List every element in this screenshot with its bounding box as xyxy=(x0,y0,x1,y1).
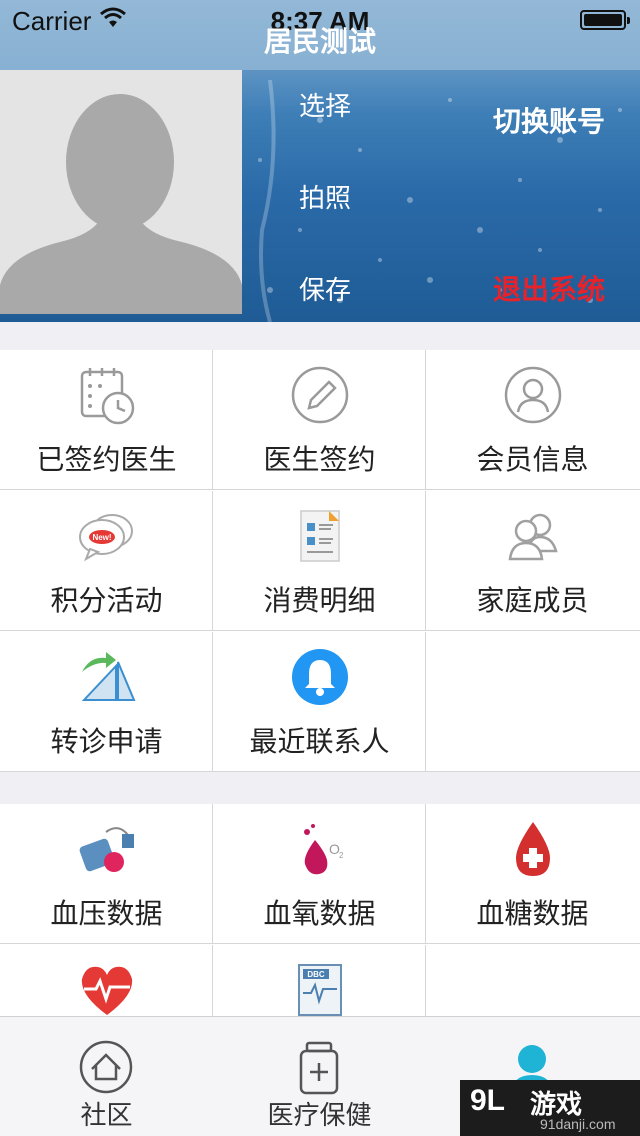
service-member-info[interactable]: 会员信息 xyxy=(426,350,640,490)
health-label: 血氧数据 xyxy=(263,897,376,930)
logout-button[interactable]: 退出系统 xyxy=(484,268,614,308)
service-consumption-detail[interactable]: 消费明细 xyxy=(213,491,426,631)
watermark-logo: 9L xyxy=(470,1084,506,1117)
tab-medical-care[interactable]: 医疗保健 xyxy=(213,1017,426,1136)
health-blood-pressure[interactable]: 血压数据 xyxy=(0,804,213,944)
service-referral-request[interactable]: 转诊申请 xyxy=(0,632,213,772)
family-icon xyxy=(508,513,558,561)
heart-rate-icon xyxy=(81,966,133,1015)
service-label: 消费明细 xyxy=(263,584,376,617)
referral-arrow-icon xyxy=(81,652,136,701)
service-label: 已签约医生 xyxy=(36,443,177,476)
avatar[interactable] xyxy=(0,70,242,314)
service-doctor-signing[interactable]: 医生签约 xyxy=(213,350,426,490)
tab-label: 医疗保健 xyxy=(267,1101,372,1131)
service-label: 积分活动 xyxy=(50,584,163,617)
medicine-jar-icon xyxy=(299,1041,339,1095)
blood-pressure-icon xyxy=(79,827,134,872)
tab-community[interactable]: 社区 xyxy=(0,1017,213,1136)
member-icon xyxy=(504,366,562,424)
health-heart-rate[interactable] xyxy=(0,945,213,1016)
empty-cell xyxy=(426,632,640,772)
blood-sugar-icon xyxy=(516,822,550,876)
calendar-clock-icon xyxy=(80,368,135,425)
services-grid: 已签约医生 医生签约 会员信息 New! 积分活动 消费明细 家庭成员 转诊申请… xyxy=(0,350,640,772)
svg-text:DBC: DBC xyxy=(307,970,325,979)
watermark-url: 91danji.com xyxy=(540,1116,616,1132)
ecg-report-icon: DBC xyxy=(298,964,342,1016)
page-title: 居民测试 xyxy=(263,25,376,58)
service-label: 家庭成员 xyxy=(476,584,589,617)
svg-text:2: 2 xyxy=(339,851,344,860)
health-blood-sugar[interactable]: 血糖数据 xyxy=(426,804,640,944)
health-label: 血糖数据 xyxy=(476,897,589,930)
switch-account-button[interactable]: 切换账号 xyxy=(484,100,614,140)
service-label: 最近联系人 xyxy=(249,725,390,758)
select-photo-button[interactable]: 选择 xyxy=(270,86,380,123)
service-recent-contacts[interactable]: 最近联系人 xyxy=(213,632,426,772)
empty-cell xyxy=(426,945,640,1016)
document-list-icon xyxy=(300,510,340,562)
take-photo-button[interactable]: 拍照 xyxy=(270,178,380,215)
profile-header: Carrier 8:37 AM 居民测试 选择 拍照 保存 切换账号 退出系统 xyxy=(0,0,640,322)
new-chat-icon: New! xyxy=(79,514,133,562)
service-label: 转诊申请 xyxy=(50,725,163,758)
service-points-activity[interactable]: New! 积分活动 xyxy=(0,491,213,631)
service-family-members[interactable]: 家庭成员 xyxy=(426,491,640,631)
health-data-grid: 血压数据 O 2 血氧数据 血糖数据 DBC xyxy=(0,804,640,1016)
bell-icon xyxy=(292,649,348,705)
person-silhouette-icon xyxy=(0,70,242,314)
service-label: 医生签约 xyxy=(263,443,376,476)
save-photo-button[interactable]: 保存 xyxy=(270,270,380,307)
tab-label: 社区 xyxy=(80,1101,133,1131)
pencil-icon xyxy=(291,366,349,424)
home-icon xyxy=(79,1040,133,1094)
health-blood-oxygen[interactable]: O 2 血氧数据 xyxy=(213,804,426,944)
site-watermark: 9L 游戏 91danji.com xyxy=(460,1080,640,1136)
health-label: 血压数据 xyxy=(50,897,163,930)
blood-oxygen-icon: O 2 xyxy=(304,824,344,875)
service-label: 会员信息 xyxy=(476,443,589,476)
svg-text:New!: New! xyxy=(92,533,111,542)
service-signed-doctors[interactable]: 已签约医生 xyxy=(0,350,213,490)
health-ecg-report[interactable]: DBC xyxy=(213,945,426,1016)
